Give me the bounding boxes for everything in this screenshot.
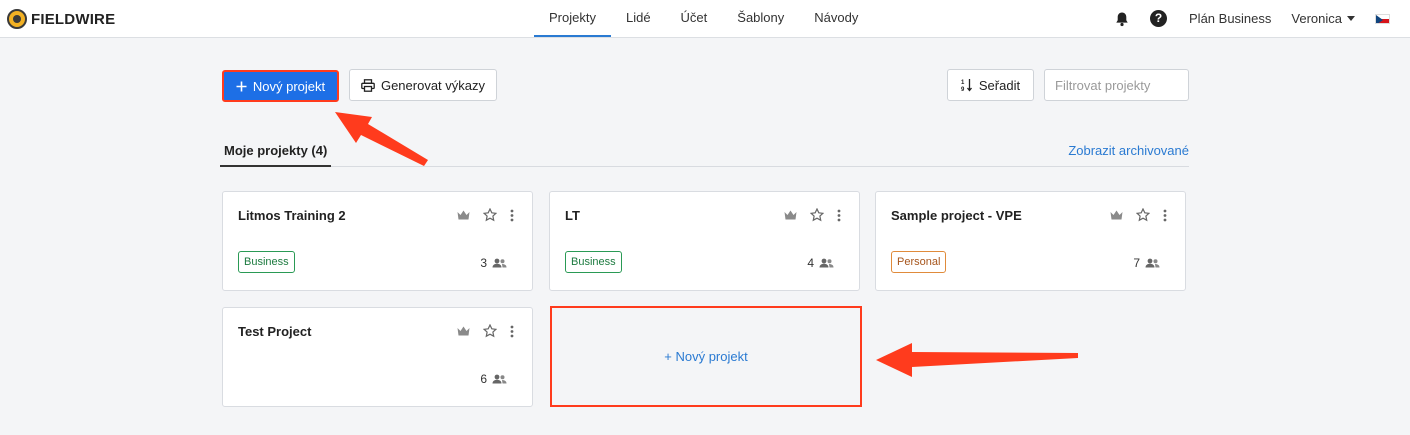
bell-icon[interactable] bbox=[1114, 11, 1130, 27]
people-icon bbox=[492, 258, 507, 268]
crown-icon[interactable] bbox=[457, 326, 470, 336]
star-icon[interactable] bbox=[1136, 208, 1150, 222]
generate-reports-label: Generovat výkazy bbox=[380, 77, 486, 93]
new-project-button-label: Nový projekt bbox=[252, 78, 326, 94]
members-count: 4 bbox=[807, 256, 834, 270]
main-nav: Projekty Lidé Účet Šablony Návody bbox=[534, 0, 873, 37]
more-options-icon[interactable] bbox=[837, 209, 841, 222]
star-icon[interactable] bbox=[483, 208, 497, 222]
members-number: 4 bbox=[807, 256, 814, 270]
sort-icon: 1 9 bbox=[961, 79, 972, 92]
people-icon bbox=[819, 258, 834, 268]
members-number: 6 bbox=[480, 372, 487, 386]
printer-icon bbox=[361, 78, 375, 92]
user-name: Veronica bbox=[1291, 11, 1342, 26]
header-right-tools: ? Plán Business Veronica bbox=[1114, 0, 1390, 37]
crown-icon[interactable] bbox=[457, 210, 470, 220]
plan-tag: Business bbox=[565, 251, 622, 273]
new-project-button[interactable]: Nový projekt bbox=[222, 70, 339, 102]
svg-text:1: 1 bbox=[961, 80, 965, 86]
members-number: 3 bbox=[480, 256, 487, 270]
help-icon[interactable]: ? bbox=[1150, 10, 1168, 27]
project-card-actions bbox=[457, 208, 514, 222]
project-card[interactable]: Litmos Training 2 Business 3 bbox=[222, 191, 533, 291]
tabs-divider bbox=[220, 166, 1189, 167]
more-options-icon[interactable] bbox=[1163, 209, 1167, 222]
people-icon bbox=[1145, 258, 1160, 268]
project-card-actions bbox=[457, 324, 514, 338]
members-count: 3 bbox=[480, 256, 507, 270]
nav-item-projekty[interactable]: Projekty bbox=[534, 0, 611, 37]
tab-my-projects[interactable]: Moje projekty (4) bbox=[220, 143, 332, 167]
sort-button[interactable]: 1 9 Seřadit bbox=[947, 69, 1034, 101]
nav-item-ucet[interactable]: Účet bbox=[666, 0, 723, 37]
crown-icon[interactable] bbox=[784, 210, 797, 220]
fieldwire-logo[interactable]: FIELDWIRE bbox=[7, 9, 115, 29]
nav-item-navody[interactable]: Návody bbox=[799, 0, 873, 37]
new-project-card-label: + Nový projekt bbox=[664, 349, 748, 364]
brand-name: FIELDWIRE bbox=[31, 10, 116, 28]
nav-item-sablony[interactable]: Šablony bbox=[722, 0, 799, 37]
members-count: 7 bbox=[1133, 256, 1160, 270]
plus-icon bbox=[236, 81, 247, 91]
generate-reports-button[interactable]: Generovat výkazy bbox=[349, 69, 497, 101]
members-number: 7 bbox=[1133, 256, 1140, 270]
annotation-arrow bbox=[876, 343, 1078, 377]
people-icon bbox=[492, 374, 507, 384]
project-title: LT bbox=[565, 208, 580, 223]
more-options-icon[interactable] bbox=[510, 209, 514, 222]
star-icon[interactable] bbox=[483, 324, 497, 338]
fieldwire-logo-icon bbox=[7, 9, 27, 29]
nav-item-lide[interactable]: Lidé bbox=[611, 0, 666, 37]
czech-flag-icon[interactable] bbox=[1375, 13, 1390, 24]
top-navigation-bar: FIELDWIRE Projekty Lidé Účet Šablony Náv… bbox=[0, 0, 1410, 38]
project-title: Litmos Training 2 bbox=[238, 208, 346, 223]
project-title: Sample project - VPE bbox=[891, 208, 1022, 223]
star-icon[interactable] bbox=[810, 208, 824, 222]
plan-tag: Personal bbox=[891, 251, 947, 273]
annotation-arrow bbox=[335, 112, 428, 166]
project-card[interactable]: Sample project - VPE Personal 7 bbox=[875, 191, 1186, 291]
project-card-actions bbox=[1110, 208, 1167, 222]
members-count: 6 bbox=[480, 372, 507, 386]
filter-projects-input[interactable] bbox=[1044, 69, 1189, 101]
svg-text:9: 9 bbox=[961, 87, 965, 92]
more-options-icon[interactable] bbox=[510, 325, 514, 338]
sort-label: Seřadit bbox=[978, 77, 1021, 93]
new-project-card[interactable]: + Nový projekt bbox=[550, 306, 862, 407]
plan-tag: Business bbox=[238, 251, 295, 273]
show-archived-link[interactable]: Zobrazit archivované bbox=[1068, 143, 1189, 158]
project-card[interactable]: Test Project 6 bbox=[222, 307, 533, 407]
project-card-actions bbox=[784, 208, 841, 222]
plan-link[interactable]: Plán Business bbox=[1189, 11, 1271, 26]
project-title: Test Project bbox=[238, 324, 312, 339]
chevron-down-icon bbox=[1347, 16, 1355, 21]
project-card[interactable]: LT Business 4 bbox=[549, 191, 860, 291]
user-menu[interactable]: Veronica bbox=[1291, 11, 1355, 26]
crown-icon[interactable] bbox=[1110, 210, 1123, 220]
